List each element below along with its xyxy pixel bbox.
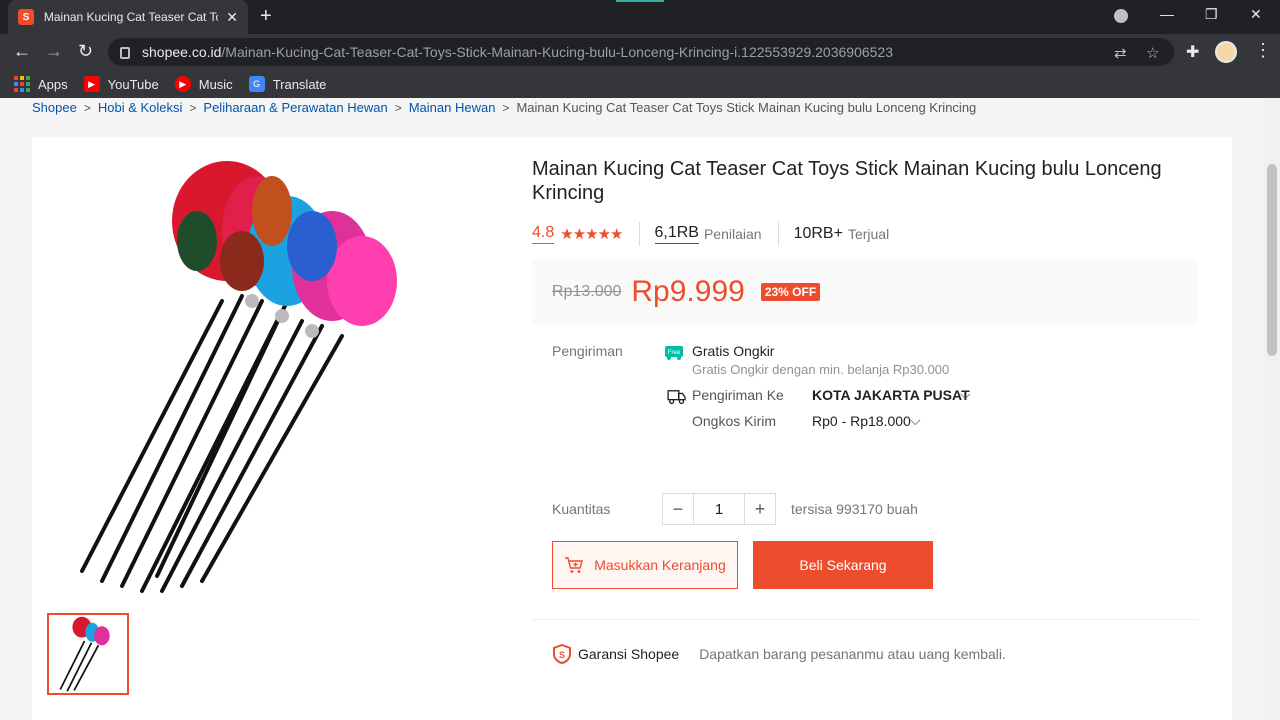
guarantee-description: Dapatkan barang pesananmu atau uang kemb… — [699, 646, 1006, 662]
bookmark-star-icon[interactable]: ☆ — [1146, 44, 1159, 62]
decrease-quantity-button[interactable]: − — [662, 493, 694, 525]
original-price: Rp13.000 — [552, 283, 622, 300]
product-card: Mainan Kucing Cat Teaser Cat Toys Stick … — [32, 137, 1232, 720]
stats-divider — [638, 222, 640, 246]
thumbnail-image — [59, 616, 110, 692]
chevron-down-icon[interactable]: ⌵ — [910, 412, 921, 429]
bookmarks-bar: Apps ▶ YouTube ▶ Music G Translate — [0, 70, 1280, 98]
reviews-count[interactable]: 6,1RB — [654, 224, 699, 244]
shipping-cost-label: Ongkos Kirim — [692, 413, 777, 429]
minimize-icon[interactable]: — — [1160, 6, 1174, 22]
sold-label: Terjual — [847, 226, 890, 242]
tab-title: Mainan Kucing Cat Teaser Cat Toys Stick … — [43, 10, 218, 24]
add-to-cart-button[interactable]: Masukkan Keranjang — [552, 541, 738, 589]
bookmark-label: Apps — [38, 76, 68, 92]
google-translate-icon: G — [248, 76, 265, 92]
address-bar[interactable]: shopee.co.id /Mainan-Kucing-Cat-Teaser-C… — [108, 38, 1174, 66]
scrollbar-thumb[interactable] — [1267, 164, 1277, 356]
chevron-right-icon: > — [502, 100, 510, 115]
product-info: Mainan Kucing Cat Teaser Cat Toys Stick … — [532, 157, 1198, 664]
page-viewport: Shopee > Hobi & Koleksi > Peliharaan & P… — [0, 98, 1264, 720]
bookmark-youtube[interactable]: ▶ YouTube — [83, 76, 159, 92]
shield-icon: S — [553, 644, 571, 664]
guarantee-title: Garansi Shopee — [578, 646, 680, 662]
breadcrumb-current: Mainan Kucing Cat Teaser Cat Toys Stick … — [516, 100, 977, 115]
shopee-guarantee[interactable]: S Garansi Shopee Dapatkan barang pesanan… — [552, 644, 1006, 664]
shipping-label: Pengiriman — [552, 343, 623, 359]
bookmark-apps[interactable]: Apps — [14, 76, 68, 92]
product-stats: 4.8 ★★★★★ 6,1RB Penilaian 10RB+ Terjual — [532, 219, 1198, 249]
quantity-stepper: − 1 + — [662, 493, 776, 525]
quantity-label: Kuantitas — [552, 501, 611, 517]
extensions-icon[interactable]: ✚ — [1186, 42, 1199, 62]
bookmark-label: YouTube — [107, 76, 159, 92]
chrome-menu-icon[interactable]: ⋮ — [1254, 40, 1272, 61]
product-main-image[interactable] — [62, 151, 462, 601]
sold-count: 10RB+ — [793, 225, 843, 242]
restore-icon[interactable]: ❐ — [1205, 6, 1218, 23]
free-shipping-subtitle: Gratis Ongkir dengan min. belanja Rp30.0… — [692, 362, 950, 377]
chevron-right-icon: > — [394, 100, 402, 115]
tab-bar-accent — [616, 0, 664, 2]
browser-tab[interactable]: S Mainan Kucing Cat Teaser Cat Toys Stic… — [8, 0, 248, 34]
increase-quantity-button[interactable]: + — [744, 493, 776, 525]
ship-to-value[interactable]: KOTA JAKARTA PUSAT — [812, 387, 970, 403]
forward-icon[interactable]: → — [45, 42, 63, 60]
rating-stars-icon: ★★★★★ — [560, 226, 623, 243]
buy-now-button[interactable]: Beli Sekarang — [753, 541, 933, 589]
bookmark-music[interactable]: ▶ Music — [174, 76, 233, 92]
discount-badge: 23% OFF — [760, 283, 821, 301]
youtube-music-icon: ▶ — [174, 76, 191, 92]
product-thumbnail[interactable] — [47, 613, 129, 695]
bookmark-label: Music — [198, 76, 233, 92]
rating-value[interactable]: 4.8 — [532, 224, 555, 244]
breadcrumb: Shopee > Hobi & Koleksi > Peliharaan & P… — [32, 100, 976, 115]
free-shipping-icon: Free — [665, 346, 683, 360]
back-icon[interactable]: ← — [13, 42, 31, 60]
delivery-truck-icon — [667, 390, 686, 405]
breadcrumb-hobi-koleksi[interactable]: Hobi & Koleksi — [98, 100, 183, 115]
stats-divider — [777, 222, 779, 246]
breadcrumb-shopee[interactable]: Shopee — [32, 100, 77, 115]
bookmark-label: Translate — [272, 76, 327, 92]
stock-remaining: tersisa 993170 buah — [791, 501, 918, 517]
translate-page-icon[interactable]: ⇄ — [1114, 44, 1127, 62]
product-title: Mainan Kucing Cat Teaser Cat Toys Stick … — [532, 158, 1162, 204]
profile-avatar[interactable] — [1215, 41, 1237, 63]
shipping-cost-value[interactable]: Rp0 - Rp18.000 — [812, 413, 911, 429]
cart-plus-icon — [565, 557, 584, 573]
reload-icon[interactable]: ↻ — [78, 42, 93, 60]
reviews-label: Penilaian — [703, 226, 762, 242]
bookmark-translate[interactable]: G Translate — [248, 76, 327, 92]
shopee-favicon-icon: S — [18, 9, 34, 25]
url-path: /Mainan-Kucing-Cat-Teaser-Cat-Toys-Stick… — [221, 44, 893, 60]
lock-icon — [120, 47, 130, 59]
page-scrollbar[interactable] — [1264, 98, 1280, 720]
section-divider — [532, 619, 1198, 620]
browser-tab-bar: S Mainan Kucing Cat Teaser Cat Toys Stic… — [0, 0, 1280, 34]
close-window-icon[interactable]: ✕ — [1250, 6, 1262, 23]
sale-price: Rp9.999 — [631, 275, 745, 308]
breadcrumb-mainan-hewan[interactable]: Mainan Hewan — [409, 100, 496, 115]
free-shipping-title: Gratis Ongkir — [692, 343, 775, 359]
tab-search-icon[interactable] — [1114, 9, 1128, 23]
close-tab-icon[interactable]: ✕ — [226, 9, 238, 26]
chevron-down-icon[interactable]: ⌵ — [960, 386, 971, 403]
svg-text:S: S — [559, 650, 565, 660]
free-badge-text: Free — [668, 350, 681, 356]
add-to-cart-label: Masukkan Keranjang — [594, 557, 726, 573]
apps-grid-icon — [14, 76, 30, 92]
chevron-right-icon: > — [83, 100, 91, 115]
url-host: shopee.co.id — [142, 44, 222, 60]
chevron-right-icon: > — [189, 100, 197, 115]
browser-toolbar: ← → ↻ shopee.co.id /Mainan-Kucing-Cat-Te… — [0, 34, 1280, 70]
new-tab-icon[interactable]: + — [260, 6, 272, 26]
ship-to-label: Pengiriman Ke — [692, 387, 784, 403]
quantity-input[interactable]: 1 — [694, 493, 744, 525]
breadcrumb-peliharaan[interactable]: Peliharaan & Perawatan Hewan — [203, 100, 387, 115]
price-box: Rp13.000 Rp9.999 23% OFF — [532, 259, 1198, 325]
youtube-icon: ▶ — [83, 76, 100, 92]
